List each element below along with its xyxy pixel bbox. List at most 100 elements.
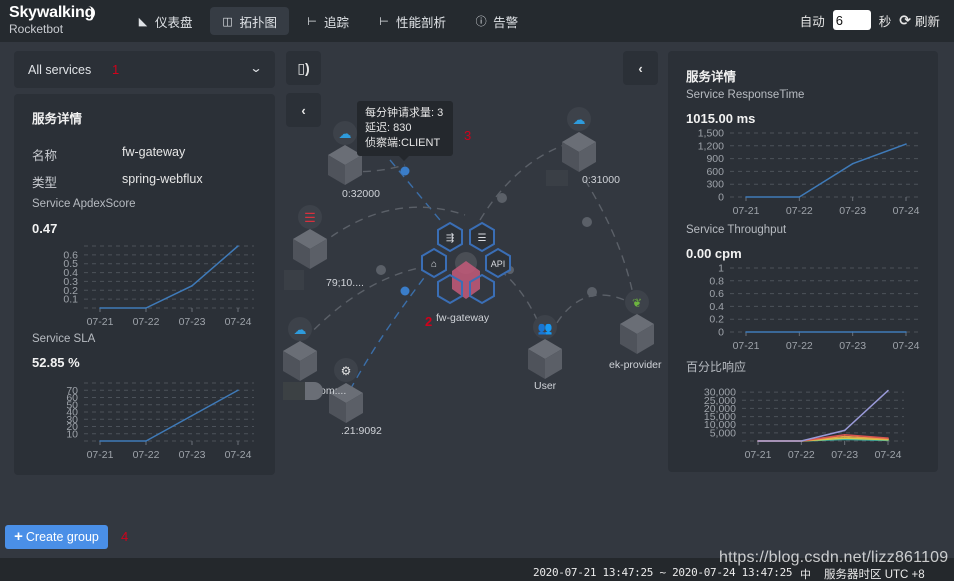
spring-leaf-icon: ❦ [632,296,642,310]
link-dot[interactable] [400,286,410,296]
x-tick-label: 07-24 [875,449,902,461]
x-tick-label: 07-22 [133,449,160,461]
series-line-p99 [758,389,889,442]
topology-node-cloud[interactable]: ☁ [283,317,317,381]
nav-item-alarm[interactable]: ⓘ 告警 [463,7,530,35]
name-value: fw-gateway [122,145,186,159]
create-group-label: Create group [25,530,99,544]
x-tick-label: 07-21 [87,316,114,328]
auto-refresh-interval-input[interactable] [832,10,871,30]
x-tick-label: 07-24 [893,205,920,217]
redacted-block [284,270,304,290]
node-label: om:... [320,385,347,397]
node-label-center: fw-gateway [436,312,490,324]
nav-item-topology[interactable]: ◫ 拓扑图 [209,7,290,35]
service-detail-panel-left: 服务详情 名称 fw-gateway 类型 spring-webflux Ser… [14,94,275,475]
link-dot[interactable] [376,265,386,275]
redacted-block [305,382,323,400]
bar-chart-icon: ◣ [138,15,148,28]
logo[interactable]: Skywalking Rocketbot [9,5,119,41]
percentile-chart: 5,00010,00015,00020,00025,00030,00007-21… [704,387,904,461]
x-tick-label: 07-22 [786,340,813,352]
apdex-value: 0.47 [32,221,58,236]
topology-node-cloud[interactable]: ☁ [562,107,596,172]
y-tick-label: 1,200 [698,140,724,152]
link-dot[interactable] [587,287,597,297]
topology-node-redis[interactable]: ☰ [293,205,327,269]
data-point [843,429,846,432]
database-icon: ☰ [478,233,487,244]
service-select-value: All services [28,62,92,77]
series-line-Service ApdexScore [100,245,239,309]
topology-graph[interactable]: ☁ ☰ ☁ ⚙ ☁ 👥 ❦ ⇶ ☰ ⌂ API [280,95,665,515]
x-tick-label: 07-22 [133,316,160,328]
collapse-right-panel-button[interactable]: ‹ [623,51,658,85]
response-time-chart: 03006009001,2001,500 07-21 07-22 07-23 07-24 [698,128,922,217]
y-tick-label: 0 [718,327,724,339]
node-label: 79;10.... [326,277,364,289]
service-select[interactable]: All services 1 ⌄ [14,51,275,88]
data-point [145,307,147,309]
tooltip-detect-point: 侦察端:CLIENT [365,137,441,149]
topology-link[interactable] [389,159,441,221]
group-toggle-button[interactable]: ▯) [286,51,321,85]
y-tick-label: 1 [718,263,724,275]
panel-title: 服务详情 [32,112,83,126]
series-line-Service SLA [100,389,239,442]
nav-item-label: 追踪 [324,15,350,30]
tooltip-cpm: 每分钟请求量: 3 [365,107,444,119]
link-dot[interactable] [497,193,507,203]
data-point [745,331,747,333]
create-group-button[interactable]: + Create group [5,525,108,549]
chevron-left-icon: ‹ [638,60,643,76]
topology-node-center-fw-gateway[interactable]: ⇶ ☰ ⌂ API [421,221,511,305]
panel-title: 服务详情 [686,70,737,84]
sla-chart: 1020304050607007-21 07-22 07-23 07-24 [66,382,254,461]
data-point [99,440,101,442]
annotation-2: 2 [425,314,433,329]
y-tick-label: 70 [66,385,78,397]
api-icon: API [491,259,506,269]
main-nav: ◣ 仪表盘 ◫ 拓扑图 ⊢ 追踪 ⊢ 性能剖析 ⓘ 告警 [125,7,535,35]
x-tick-label: 07-24 [893,340,920,352]
topology-link[interactable] [584,179,636,306]
apdex-chart: 0.10.20.30.40.50.607-21 07-22 07-23 07-24 [63,245,254,328]
tooltip-latency: 延迟: 830 [365,122,412,134]
topology-icon: ▯) [297,59,310,76]
redis-icon: ☰ [304,210,316,225]
top-navigation-bar: Skywalking Rocketbot ◣ 仪表盘 ◫ 拓扑图 ⊢ 追踪 ⊢ … [0,0,954,42]
x-tick-label: 07-23 [831,449,858,461]
link-dot[interactable] [582,217,592,227]
kafka-icon: ⚙ [341,364,352,378]
annotation-4: 4 [121,529,129,544]
y-tick-label: 0.4 [709,301,724,313]
y-tick-label: 1,500 [698,128,724,140]
type-value: spring-webflux [122,172,203,186]
nav-item-dashboard[interactable]: ◣ 仪表盘 [125,7,205,35]
x-tick-label: 07-21 [87,449,114,461]
nav-item-label: 仪表盘 [155,15,193,30]
data-point [99,307,101,309]
x-tick-label: 07-21 [733,340,760,352]
nav-item-profile[interactable]: ⊢ 性能剖析 [366,7,458,35]
data-point [237,245,239,247]
time-range[interactable]: 2020-07-21 13:47:25 ~ 2020-07-24 13:47:2… [533,566,793,579]
refresh-button[interactable]: ⟳ 刷新 [899,11,940,30]
topology-node-user[interactable]: 👥 [528,315,562,379]
percentile-label: 百分比响应 [686,360,747,374]
topology-node-spring[interactable]: ❦ [620,290,654,354]
x-tick-label: 07-24 [225,316,252,328]
alarm-icon: ⓘ [475,16,487,28]
topology-link[interactable] [294,264,436,351]
nav-item-trace[interactable]: ⊢ 追踪 [294,7,361,35]
sla-label: Service SLA [32,333,96,345]
language-toggle[interactable]: 中 [800,566,811,581]
nav-item-label: 拓扑图 [239,15,278,30]
data-point [851,162,854,165]
node-label: 0:32000 [342,188,380,200]
y-tick-label: 600 [706,166,724,178]
redacted-block [283,382,305,400]
y-tick-label: 0.6 [709,288,724,300]
link-dot[interactable] [400,166,410,176]
node-label: User [534,380,557,392]
